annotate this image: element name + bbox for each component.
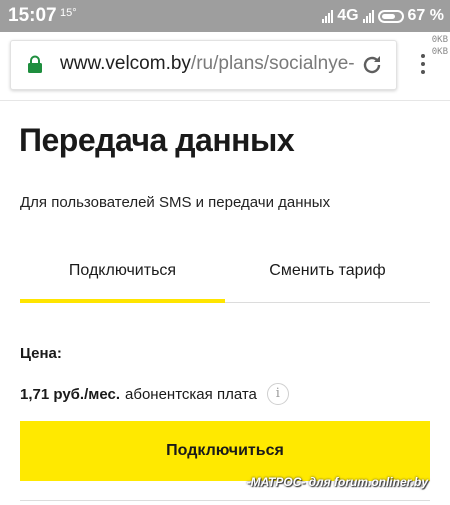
watermark: -МАТРОС- для forum.onliner.by	[246, 475, 428, 489]
url-host: www.velcom.by	[60, 53, 191, 74]
tab-change-plan[interactable]: Сменить тариф	[225, 248, 430, 299]
status-time: 15:07	[8, 5, 57, 26]
reload-icon[interactable]	[360, 53, 384, 77]
status-icons: 4G 67 %	[322, 5, 444, 27]
price-row: 1,71 руб./мес. абонентская плата i	[20, 383, 289, 405]
price-value: 1,71 руб./мес.	[20, 385, 121, 403]
signal-icon	[322, 9, 334, 23]
status-bar: 15:07 15° 4G 67 %	[0, 0, 450, 32]
battery-level: 67 %	[407, 7, 444, 24]
price-note: абонентская плата	[125, 385, 257, 403]
divider	[20, 500, 430, 501]
data-meter-down: 0KB	[431, 47, 448, 57]
info-icon[interactable]: i	[266, 383, 289, 405]
battery-icon	[377, 9, 404, 23]
connect-button[interactable]: Подключиться	[20, 421, 430, 481]
page-title: Передача данных	[19, 122, 295, 158]
active-tab-indicator	[20, 299, 225, 303]
tab-bar: Подключиться Сменить тариф	[20, 248, 430, 303]
browser-toolbar: www.velcom.by/ru/plans/socialnye- 0KB 0K…	[0, 32, 450, 101]
price-label: Цена:	[20, 345, 62, 362]
status-temperature: 15°	[60, 7, 77, 19]
signal-icon	[362, 9, 374, 23]
tab-connect[interactable]: Подключиться	[20, 248, 225, 299]
url-text[interactable]: www.velcom.by/ru/plans/socialnye-	[60, 53, 360, 75]
data-meter: 0KB 0KB	[432, 34, 448, 58]
lock-icon	[28, 55, 42, 73]
page-subtitle: Для пользователей SMS и передачи данных	[20, 194, 331, 211]
address-bar[interactable]: www.velcom.by/ru/plans/socialnye-	[10, 40, 397, 90]
more-menu-icon[interactable]	[420, 54, 426, 76]
network-type: 4G	[337, 7, 359, 24]
url-path: /ru/plans/socialnye-	[190, 53, 355, 74]
data-meter-up: 0KB	[431, 35, 448, 45]
